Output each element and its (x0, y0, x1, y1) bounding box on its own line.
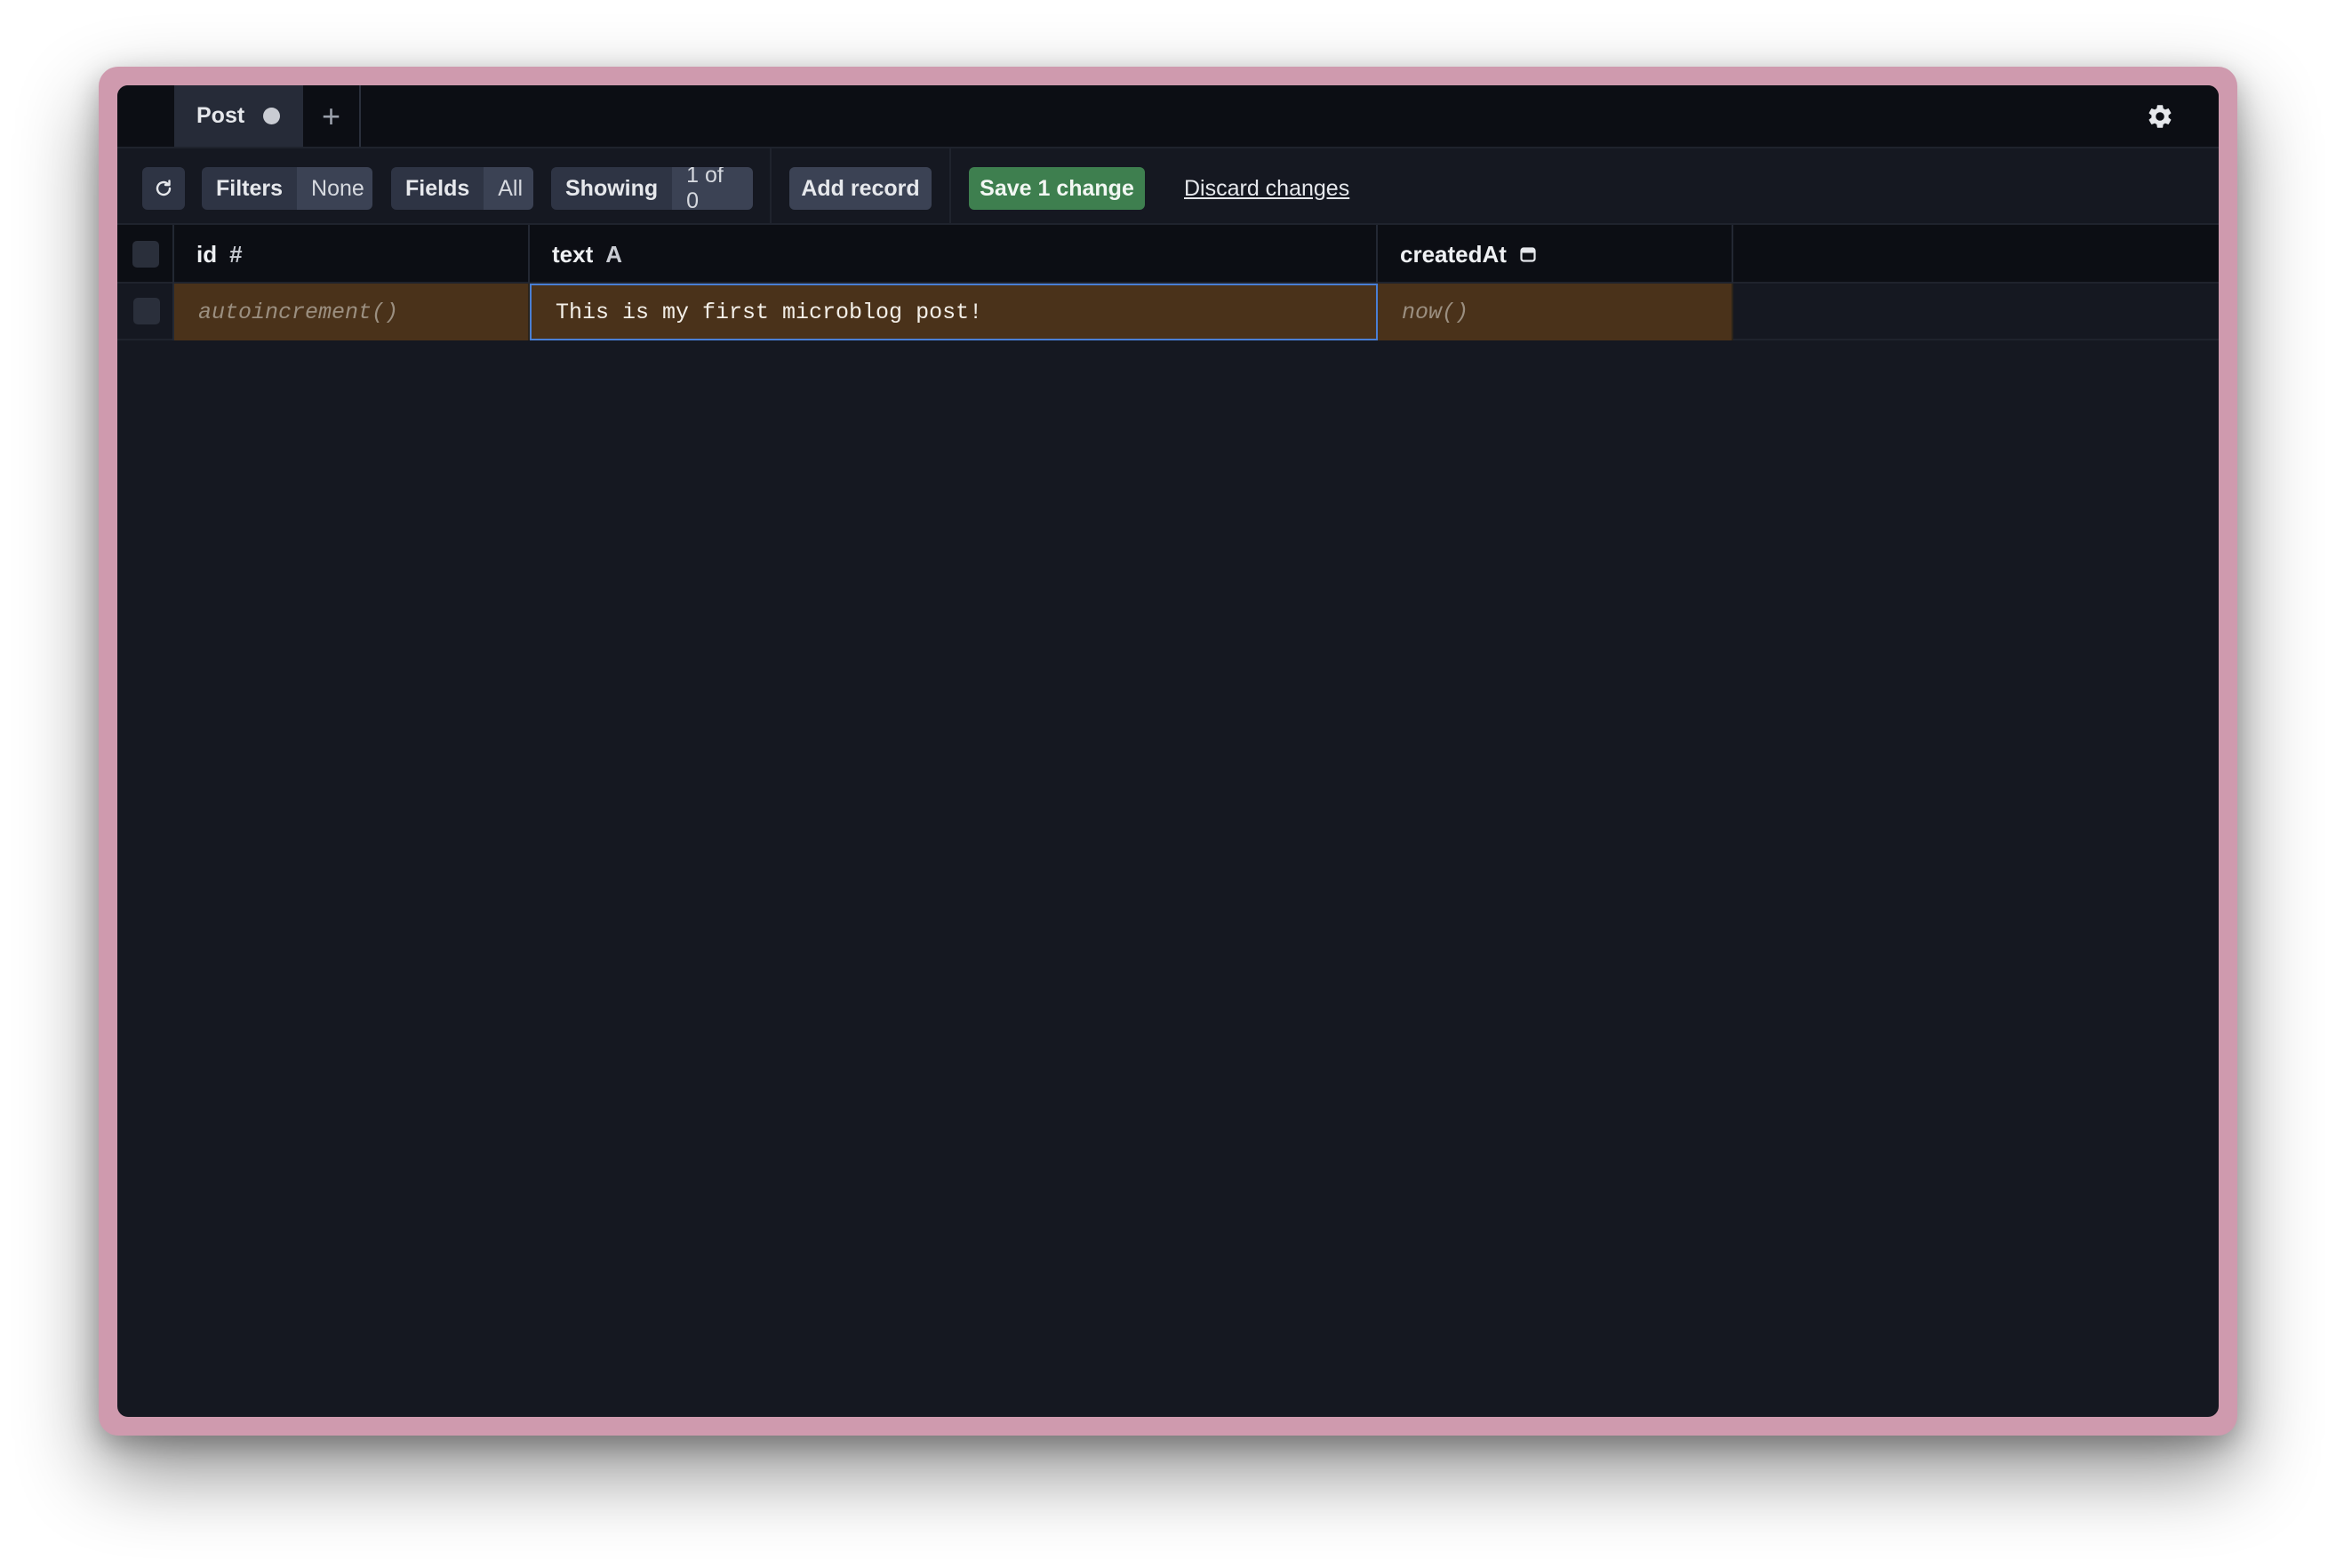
tab-bar: Post + (117, 85, 2219, 148)
column-name: text (552, 240, 594, 268)
add-record-button[interactable]: Add record (789, 167, 932, 210)
select-all-cell (117, 225, 174, 284)
toolbar: Filters None Fields All Showing 1 of 0 A… (117, 148, 2219, 225)
text-type-icon: A (605, 240, 623, 268)
filters-control[interactable]: Filters None (202, 167, 372, 210)
calendar-icon (1520, 247, 1536, 262)
cell-id[interactable]: autoincrement() (174, 284, 530, 340)
toolbar-divider (949, 148, 951, 225)
refresh-button[interactable] (142, 167, 185, 210)
app-window: Post + Filters None Fields All Showing 1… (117, 85, 2219, 1417)
cell-text[interactable]: This is my first microblog post! (530, 284, 1378, 340)
filters-label: Filters (202, 167, 298, 210)
filters-value: None (297, 167, 372, 210)
showing-control[interactable]: Showing 1 of 0 (551, 167, 753, 210)
table-row: autoincrement() This is my first microbl… (117, 284, 2219, 340)
fields-label: Fields (391, 167, 484, 210)
column-name: createdAt (1400, 240, 1507, 268)
row-checkbox[interactable] (133, 298, 160, 324)
gear-icon[interactable] (2146, 102, 2174, 131)
tab-label: Post (196, 103, 245, 128)
cell-createdat[interactable]: now() (1378, 284, 1733, 340)
hash-icon: # (229, 240, 243, 268)
discard-changes-link[interactable]: Discard changes (1184, 167, 1349, 210)
showing-value: 1 of 0 (672, 167, 753, 210)
column-header-createdat[interactable]: createdAt (1378, 225, 1733, 284)
new-tab-button[interactable]: + (303, 85, 361, 147)
unsaved-indicator-icon (263, 108, 280, 124)
plus-icon: + (321, 97, 341, 134)
column-header-text[interactable]: text A (530, 225, 1378, 284)
fields-value: All (484, 167, 533, 210)
tab-post[interactable]: Post (174, 85, 303, 147)
column-name: id (196, 240, 218, 268)
toolbar-divider (770, 148, 772, 225)
refresh-icon (156, 180, 172, 196)
fields-control[interactable]: Fields All (391, 167, 533, 210)
column-header-id[interactable]: id # (174, 225, 530, 284)
showing-label: Showing (551, 167, 673, 210)
row-select-cell (117, 284, 174, 340)
save-changes-button[interactable]: Save 1 change (969, 167, 1145, 210)
select-all-checkbox[interactable] (132, 241, 159, 268)
table-header: id # text A createdAt (117, 225, 2219, 284)
